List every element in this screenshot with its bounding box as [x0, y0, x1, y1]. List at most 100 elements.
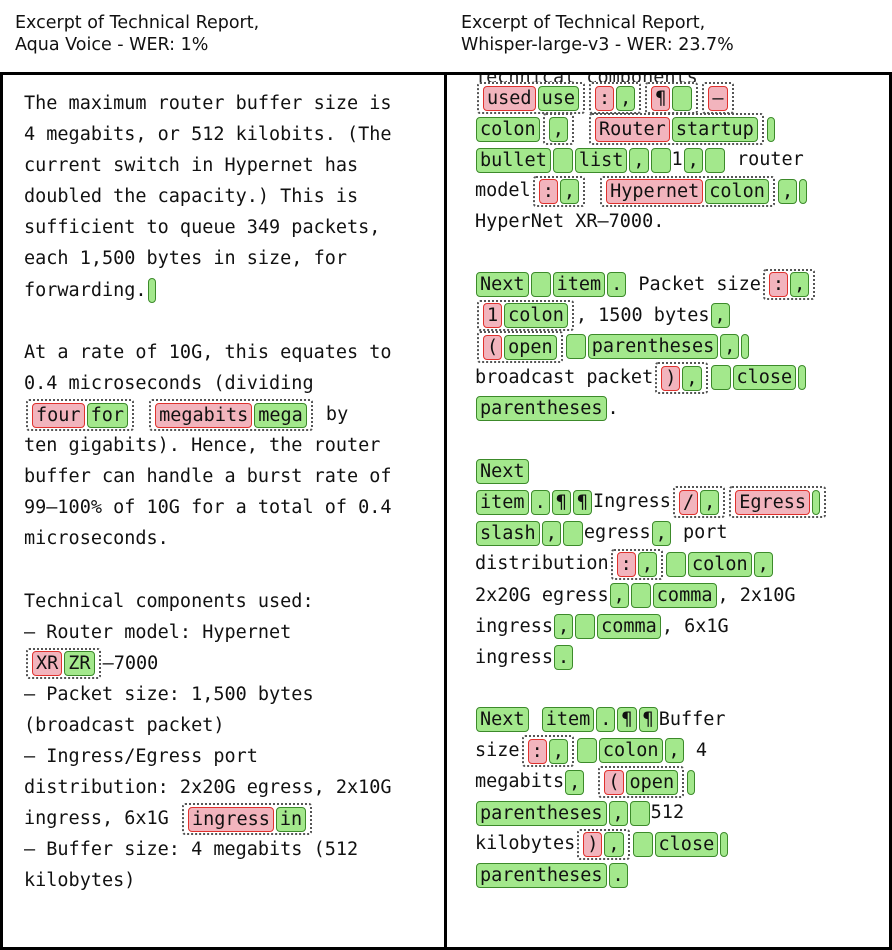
- text-span: port: [671, 522, 728, 544]
- inserted-space-token: [704, 147, 725, 173]
- error-token-reference: [812, 489, 821, 515]
- aqua-voice-transcript-panel: The maximum router buffer size is 4 mega…: [0, 72, 447, 950]
- inserted-space-token: [565, 334, 586, 360]
- text-span: 2x20G egress: [475, 584, 609, 606]
- text-line: model:, Hypernet colon,: [475, 175, 885, 208]
- error-token-wrong: Router: [594, 116, 670, 142]
- error-token-reference: ,: [790, 272, 810, 298]
- text-line: megabits, (open: [475, 766, 885, 798]
- text-line: 0.4 microseconds (dividing: [24, 372, 314, 394]
- right-panel-title: Excerpt of Technical Report, Whisper-lar…: [461, 12, 734, 56]
- inserted-token: ,: [710, 303, 730, 329]
- text-line: microseconds.: [24, 528, 169, 550]
- error-token-reference: startup: [671, 116, 758, 142]
- text-line: kilobytes), close: [475, 828, 885, 860]
- error-group: Hypernet colon: [600, 175, 775, 208]
- inserted-space-token: [630, 583, 651, 608]
- error-token-reference: ZR: [64, 651, 95, 677]
- error-token-reference: ,: [700, 489, 720, 515]
- text-line: item. ¶ ¶ Ingress /, Egress: [475, 486, 885, 518]
- text-span: , 1500 bytes: [575, 304, 710, 326]
- text-line: parentheses.: [475, 859, 885, 890]
- text-line: 99–100% of 10G for a total of 0.4: [24, 497, 392, 519]
- left-title-line2: Aqua Voice - WER: 1%: [15, 35, 209, 55]
- error-token-wrong: XR: [32, 651, 63, 677]
- inserted-space-token: [552, 147, 573, 173]
- text-line: Next: [475, 455, 885, 486]
- text-line: sufficient to queue 349 packets,: [24, 217, 381, 239]
- error-group: ,: [542, 113, 574, 145]
- text-span: Ingress: [592, 491, 671, 513]
- text-span: size: [475, 739, 520, 761]
- error-group: :,: [521, 735, 574, 767]
- left-title-line1: Excerpt of Technical Report,: [15, 13, 260, 33]
- inserted-space-token: [562, 520, 583, 546]
- error-group: 1 colon: [477, 299, 574, 332]
- error-token-wrong: –: [708, 85, 728, 111]
- text-line: The maximum router buffer size is: [24, 93, 392, 114]
- error-group: XR ZR: [26, 647, 101, 680]
- paragraph-2: Next item. Packet size:, 1 colon, 1500 byt…: [475, 268, 885, 424]
- error-token-reference: colon: [705, 179, 769, 205]
- text-line: HyperNet XR–7000.: [475, 211, 665, 233]
- text-line: each 1,500 bytes in size, for: [24, 248, 348, 270]
- text-span: ingress: [475, 615, 553, 637]
- error-token-wrong: four: [32, 402, 85, 428]
- text-line: buffer can handle a burst rate of: [24, 466, 392, 488]
- text-span: , 2x10G: [717, 584, 796, 606]
- text-line: used use:, ¶ –: [475, 82, 885, 114]
- text-line: 2x20G egress, comma, 2x10G: [475, 580, 885, 611]
- error-token-reference: colon: [504, 303, 568, 329]
- aqua-transcript-text: The maximum router buffer size is 4 mega…: [24, 88, 434, 928]
- inserted-space-token: [530, 272, 551, 298]
- inserted-token: ,: [753, 551, 773, 577]
- text-line: – Ingress/Egress port: [24, 745, 258, 767]
- inserted-space-token: [798, 365, 807, 391]
- error-group: :,: [532, 175, 585, 208]
- error-token-wrong: used: [483, 85, 536, 111]
- inserted-token: parentheses: [476, 800, 607, 826]
- inserted-token: close: [654, 831, 719, 857]
- inserted-space-token: [575, 614, 596, 640]
- text-line: – Buffer size: 4 megabits (512: [24, 839, 359, 861]
- error-token-wrong: :: [768, 272, 789, 298]
- error-group: four for: [26, 399, 134, 431]
- inserted-token: ¶: [638, 707, 658, 733]
- error-token-wrong: 1: [483, 303, 503, 329]
- error-token-wrong: /: [678, 489, 699, 515]
- error-token-wrong: :: [527, 738, 547, 764]
- text-span: kilobytes: [475, 833, 576, 855]
- error-token-reference: ,: [637, 552, 657, 578]
- text-line: – Router model: Hypernet: [24, 621, 292, 643]
- inserted-space-token: [799, 178, 808, 204]
- error-token-wrong: (: [483, 334, 503, 360]
- error-token-reference: ,: [616, 85, 636, 111]
- inserted-token: ,: [608, 800, 628, 826]
- inserted-space-token: [741, 334, 750, 360]
- inserted-token: ,: [609, 583, 629, 608]
- text-line: XR ZR –7000: [24, 647, 434, 680]
- paragraph-1: The maximum router buffer size is 4 mega…: [24, 88, 434, 306]
- error-token-reference: ,: [604, 832, 624, 857]
- text-line: (open parentheses,: [475, 331, 885, 363]
- inserted-space-token: [147, 278, 156, 304]
- text-line: parentheses, 512: [475, 797, 885, 828]
- error-token-reference: use: [537, 85, 579, 111]
- error-token-reference: ,: [682, 365, 702, 391]
- error-token-reference: open: [625, 769, 679, 795]
- error-token-wrong: Egress: [735, 489, 811, 515]
- error-token-wrong: megabits: [155, 402, 253, 428]
- error-group: –: [702, 82, 734, 114]
- inserted-token: colon: [476, 116, 540, 142]
- inserted-token: colon: [687, 551, 752, 577]
- inserted-token: ,: [664, 738, 684, 764]
- error-group: used use: [477, 82, 585, 114]
- text-line: current switch in Hypernet has: [24, 155, 359, 177]
- text-span: .: [607, 397, 619, 419]
- inserted-token: .: [607, 272, 627, 298]
- text-line: ingress, 6x1G ingress in: [24, 803, 434, 835]
- text-line: forwarding.: [24, 275, 434, 306]
- error-token-wrong: Hypernet: [606, 179, 704, 205]
- text-span: by: [314, 403, 349, 425]
- inserted-space-token: [665, 551, 686, 577]
